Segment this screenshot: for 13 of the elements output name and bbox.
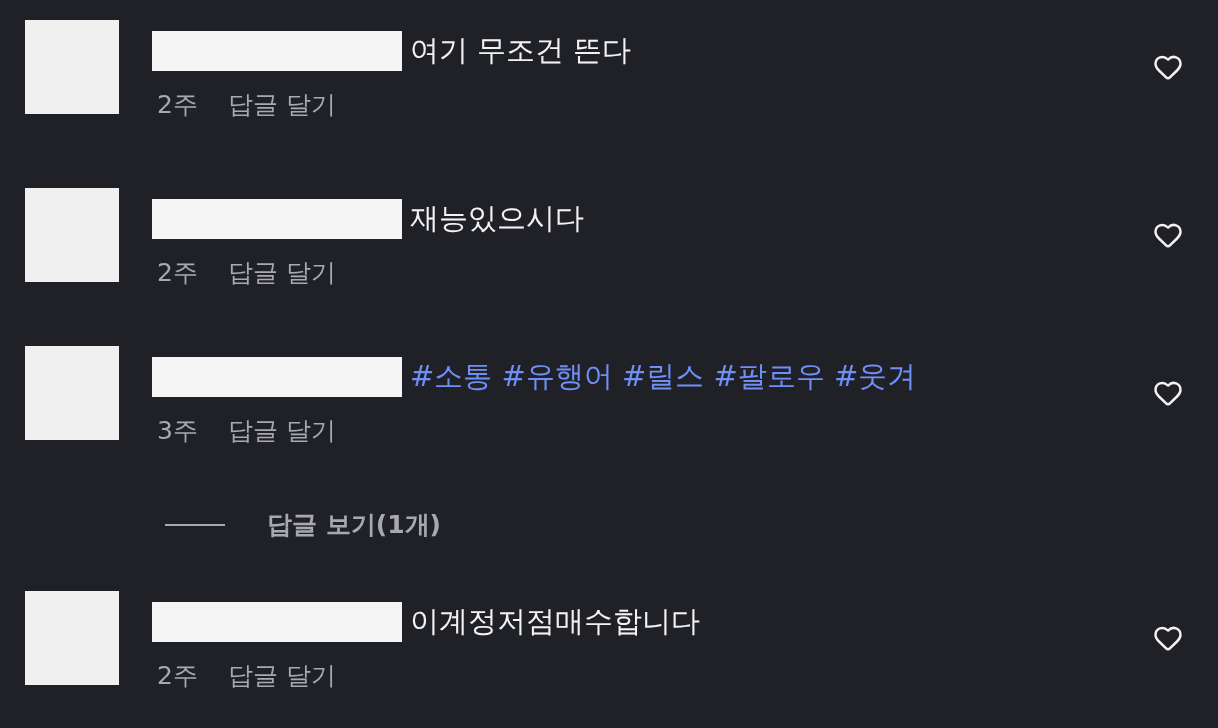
comment-time: 2주 — [157, 257, 198, 289]
reply-link[interactable]: 답글 달기 — [227, 414, 336, 447]
reply-link[interactable]: 답글 달기 — [227, 256, 336, 289]
comment-text: 여기 무조건 뜬다 — [410, 32, 632, 69]
comment-time: 3주 — [157, 415, 198, 447]
view-replies-link[interactable]: 답글 보기(1개) — [267, 508, 441, 541]
comment-text: 이계정저점매수합니다 — [410, 603, 700, 640]
hashtags[interactable]: #소통 #유행어 #릴스 #팔로우 #웃겨 — [410, 357, 917, 397]
reply-link[interactable]: 답글 달기 — [227, 88, 336, 121]
comment-time: 2주 — [157, 660, 198, 692]
comment-text: 재능있으시다 — [410, 200, 584, 237]
comment-time: 2주 — [157, 89, 198, 121]
reply-link[interactable]: 답글 달기 — [227, 659, 336, 692]
